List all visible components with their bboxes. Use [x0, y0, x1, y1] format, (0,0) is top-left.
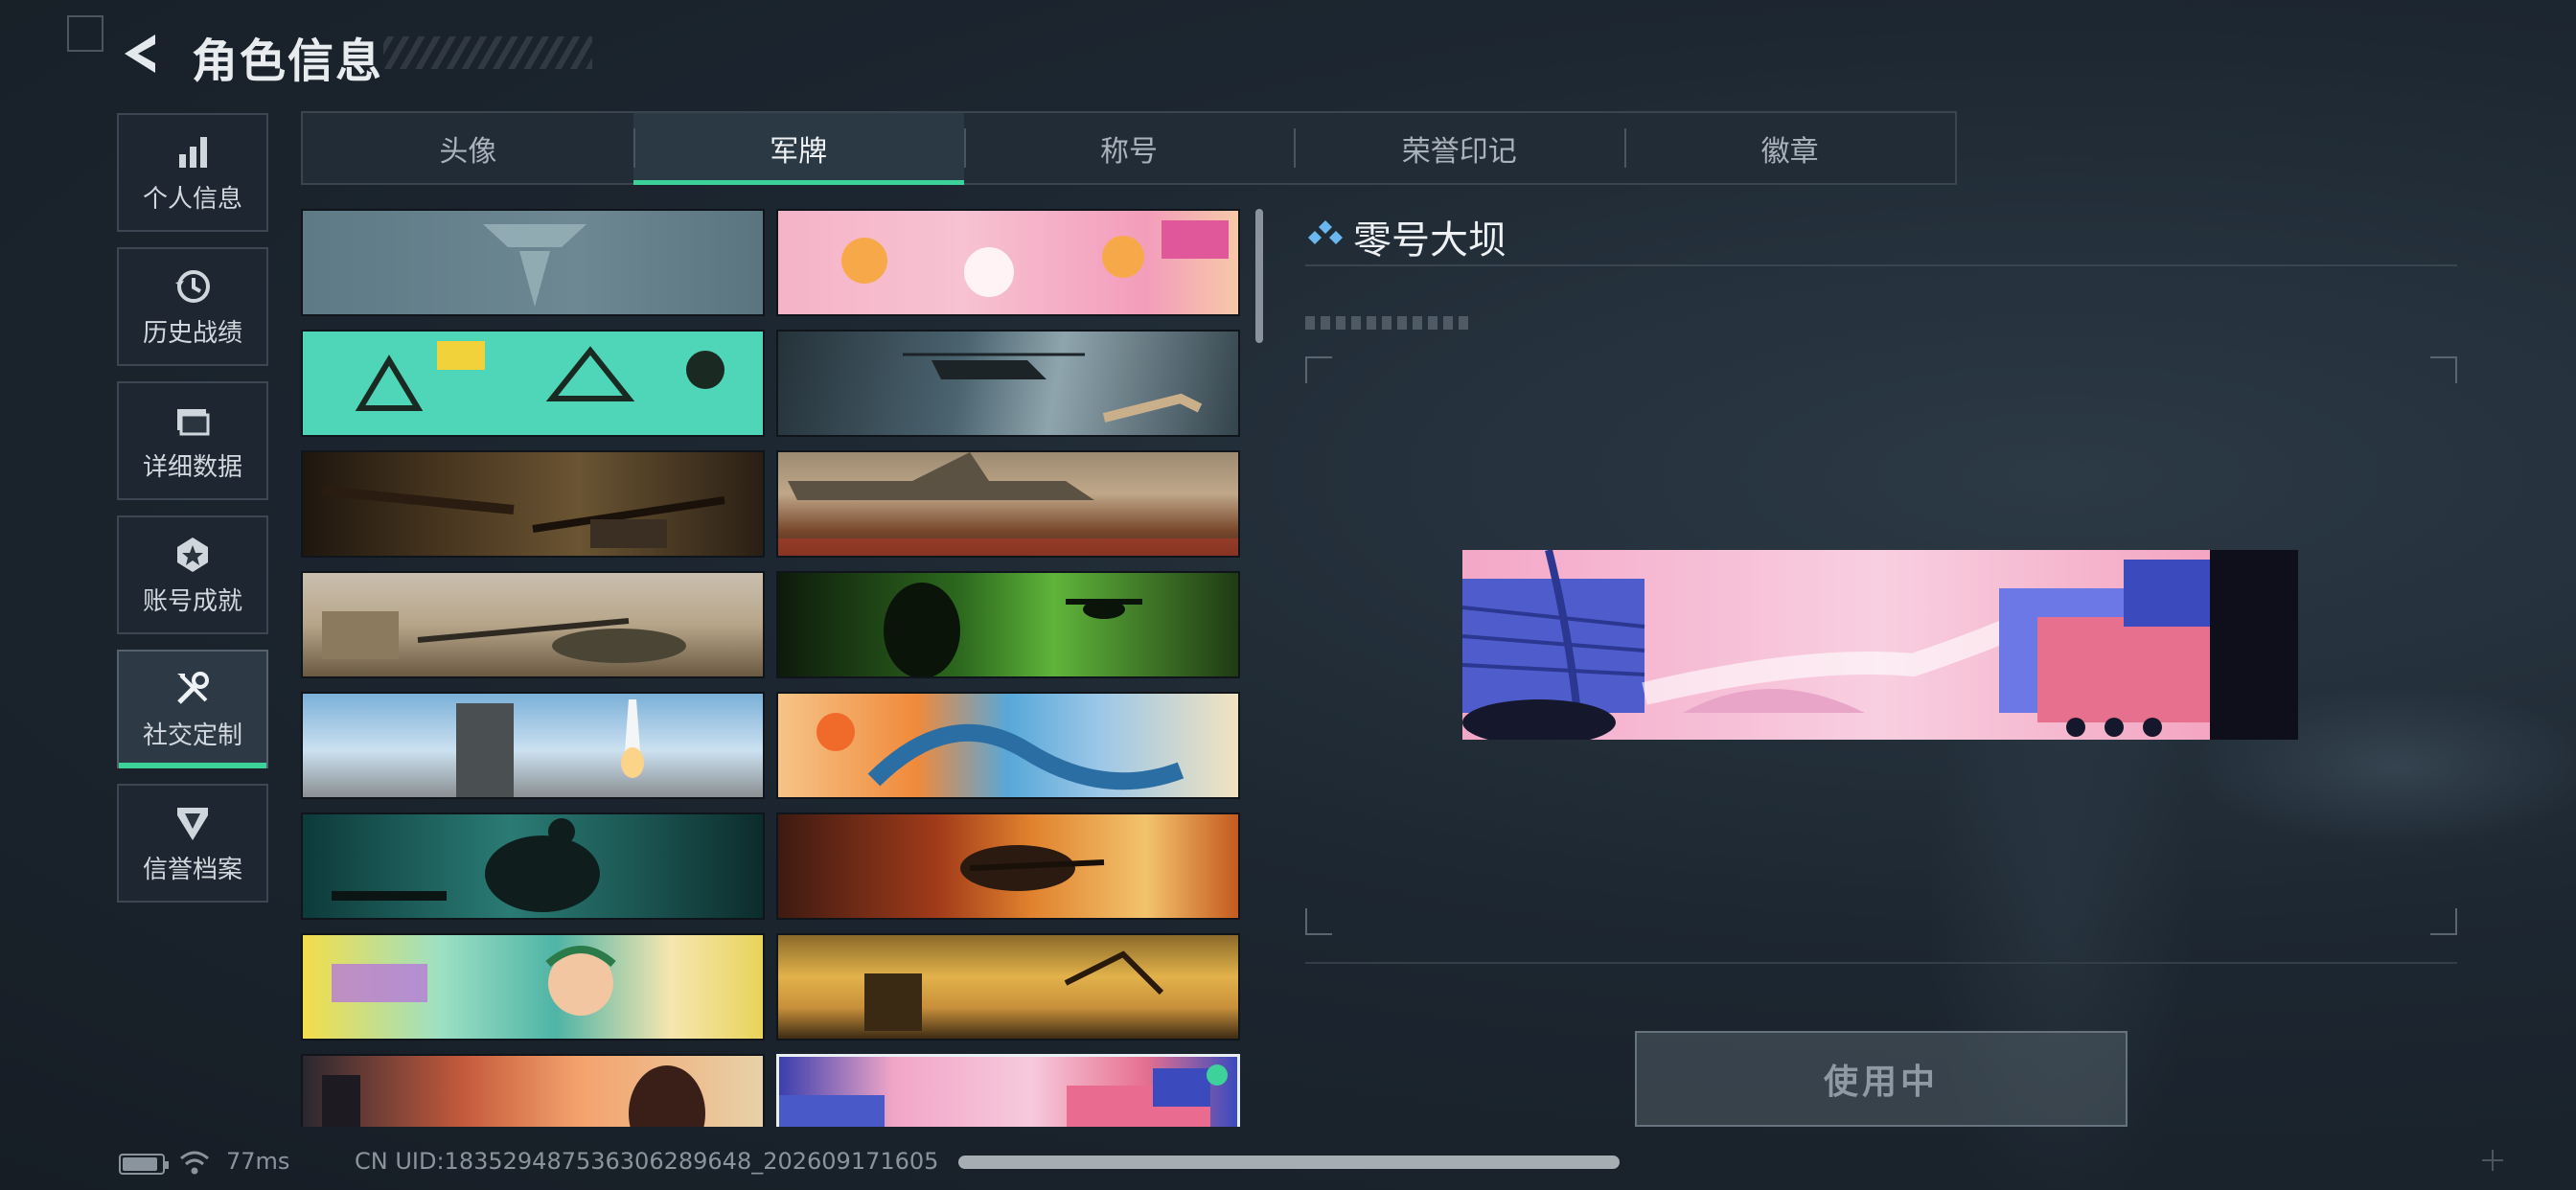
- dog-tag-card[interactable]: [776, 692, 1240, 799]
- dog-tag-card[interactable]: [776, 330, 1240, 437]
- weapons-table-art: [321, 486, 725, 548]
- nav-label: 个人信息: [142, 184, 242, 214]
- nav-label: 信誉档案: [142, 855, 242, 884]
- bar-chart-icon: [179, 136, 207, 168]
- tab-title[interactable]: 称号: [963, 113, 1295, 183]
- battery-icon: [119, 1154, 169, 1175]
- divider: [1305, 264, 2457, 266]
- tab-honor-mark[interactable]: 荣誉印记: [1294, 113, 1624, 183]
- ocean-wave-art: [816, 713, 1184, 790]
- tab-avatar[interactable]: 头像: [303, 113, 633, 183]
- in-use-button[interactable]: 使用中: [1635, 1031, 2128, 1127]
- grid-scrollbar[interactable]: [1255, 209, 1263, 343]
- diamond-cluster-icon: [1308, 220, 1343, 244]
- nav-label: 详细数据: [142, 452, 242, 482]
- pink-cats-art: [841, 220, 1229, 297]
- uid-text: CN UID:18352948753630628964​8_2026091716…: [355, 1148, 939, 1175]
- page-title: 角色信息: [192, 34, 384, 88]
- dog-tag-card[interactable]: [776, 933, 1240, 1041]
- nav-item-credit-record[interactable]: 信誉档案: [117, 784, 268, 903]
- dog-tag-card[interactable]: [301, 209, 765, 316]
- bomber-plane-art: [778, 452, 1238, 556]
- logo-emblem-art: [483, 224, 586, 307]
- dog-tag-card[interactable]: [301, 812, 765, 920]
- detail-meta-placeholder: [1305, 316, 1474, 330]
- detail-title: 零号大坝: [1353, 218, 1506, 263]
- sunset-portrait-art: [322, 1065, 705, 1127]
- zero-dam-preview-art: [1462, 550, 2298, 740]
- title-decoration: [383, 36, 592, 69]
- home-indicator[interactable]: [958, 1156, 1620, 1169]
- tools-icon: [177, 671, 209, 704]
- nav-label: 社交定制: [142, 721, 242, 750]
- sniper-desert-art: [322, 611, 686, 663]
- zero-dam-art: [779, 1068, 1210, 1127]
- dog-tag-card[interactable]: [301, 933, 765, 1041]
- nav-label: 历史战绩: [142, 318, 242, 348]
- dog-tag-card[interactable]: [776, 209, 1240, 316]
- nav-item-social-custom[interactable]: 社交定制: [117, 650, 268, 768]
- dog-tag-card[interactable]: [301, 450, 765, 558]
- medal-icon: [177, 537, 208, 572]
- dog-tag-card[interactable]: [776, 812, 1240, 920]
- tab-dog-tag[interactable]: 军牌: [632, 113, 964, 185]
- history-clock-icon: [175, 269, 210, 303]
- dog-tag-grid: [301, 209, 1244, 1127]
- shield-badge-icon: [177, 807, 208, 840]
- dog-tag-card[interactable]: [301, 692, 765, 799]
- desert-assault-art: [960, 845, 1105, 891]
- tab-badge[interactable]: 徽章: [1624, 113, 1955, 183]
- ping-text: 77ms: [226, 1148, 290, 1175]
- dog-tag-card[interactable]: [301, 571, 765, 678]
- selected-indicator: [1207, 1064, 1228, 1086]
- plus-icon: [2482, 1150, 2503, 1171]
- dog-tag-card[interactable]: [776, 450, 1240, 558]
- nav-label: 账号成就: [142, 586, 242, 616]
- green-cartoon-art: [355, 341, 724, 411]
- night-vision-art: [884, 583, 1142, 676]
- dog-tag-card-selected[interactable]: [776, 1054, 1240, 1127]
- nav-item-history[interactable]: 历史战绩: [117, 247, 268, 366]
- wifi-icon: [180, 1151, 209, 1175]
- helicopter-storm-art: [903, 353, 1203, 423]
- rocket-launch-art: [456, 699, 644, 797]
- dog-tag-preview: [1462, 550, 2298, 740]
- dog-tag-card[interactable]: [301, 330, 765, 437]
- desert-sunset-art: [864, 950, 1164, 1031]
- nav-item-profile[interactable]: 个人信息: [117, 113, 268, 232]
- dog-tag-card[interactable]: [301, 1054, 765, 1127]
- music-girl-art: [332, 946, 616, 1016]
- corner-marker: [67, 15, 104, 52]
- tab-bar: 头像 军牌 称号 荣誉印记 徽章: [301, 111, 1957, 185]
- back-arrow-icon[interactable]: [117, 29, 165, 79]
- nav-item-achievements[interactable]: 账号成就: [117, 515, 268, 634]
- divider: [1305, 962, 2457, 964]
- dog-tag-card[interactable]: [776, 571, 1240, 678]
- gym-soldier-art: [332, 818, 600, 912]
- nav-item-detailed-data[interactable]: 详细数据: [117, 381, 268, 500]
- folder-icon: [177, 408, 210, 435]
